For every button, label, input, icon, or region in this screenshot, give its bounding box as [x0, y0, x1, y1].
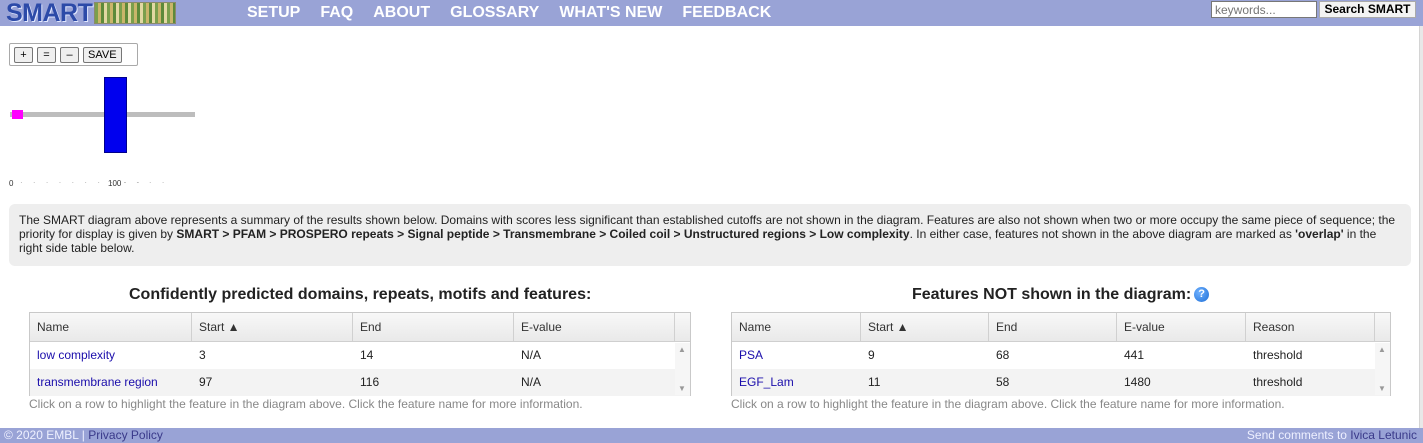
nav-feedback[interactable]: FEEDBACK — [682, 4, 771, 22]
copyright-text: © 2020 EMBL — [4, 428, 79, 442]
col-end[interactable]: End — [989, 313, 1117, 341]
col-start[interactable]: Start ▲ — [192, 313, 353, 341]
left-table-hint: Click on a row to highlight the feature … — [29, 397, 583, 411]
search-button[interactable]: Search SMART — [1319, 1, 1416, 18]
feature-link[interactable]: transmembrane region — [37, 375, 158, 389]
col-evalue[interactable]: E-value — [1117, 313, 1246, 341]
note-priority: SMART > PFAM > PROSPERO repeats > Signal… — [176, 227, 910, 241]
col-end[interactable]: End — [353, 313, 514, 341]
col-name[interactable]: Name — [30, 313, 192, 341]
cell-end: 68 — [996, 348, 1010, 362]
search-input[interactable] — [1211, 1, 1317, 18]
table-row[interactable]: low complexity 3 14 N/A — [30, 342, 690, 369]
cell-reason: threshold — [1253, 348, 1303, 362]
footer-separator: | — [78, 428, 89, 442]
table-row[interactable]: transmembrane region 97 116 N/A — [30, 369, 690, 396]
axis-tick-0: 0 — [9, 179, 14, 188]
table-scrollbar[interactable]: ▲ ▼ — [675, 343, 690, 395]
cell-start: 11 — [868, 375, 881, 389]
table-header: Name Start ▲ End E-value — [30, 313, 690, 342]
protein-sequence-line — [10, 112, 195, 117]
footer-right: Send comments to Ivica Letunic — [1247, 428, 1417, 443]
privacy-policy-link[interactable]: Privacy Policy — [88, 428, 163, 442]
cell-start: 3 — [199, 348, 206, 362]
scroll-up-icon[interactable]: ▲ — [678, 345, 686, 354]
table-row[interactable]: EGF_Lam 11 58 1480 threshold — [732, 369, 1390, 396]
col-reason[interactable]: Reason — [1246, 313, 1375, 341]
col-name[interactable]: Name — [732, 313, 861, 341]
page-scrollbar[interactable] — [1419, 26, 1423, 428]
not-shown-title-text: Features NOT shown in the diagram: — [912, 286, 1192, 303]
scroll-down-icon[interactable]: ▼ — [678, 384, 686, 393]
feature-link[interactable]: PSA — [739, 348, 763, 362]
low-complexity-segment[interactable] — [12, 110, 23, 119]
cell-start: 97 — [199, 375, 213, 389]
help-icon[interactable]: ? — [1194, 287, 1210, 303]
cell-reason: threshold — [1253, 375, 1303, 389]
note-text-2: . In either case, features not shown in … — [909, 227, 1296, 241]
scroll-down-icon[interactable]: ▼ — [1378, 384, 1386, 393]
col-start[interactable]: Start ▲ — [861, 313, 989, 341]
cell-end: 116 — [360, 375, 380, 389]
cell-end: 58 — [996, 375, 1010, 389]
comments-text: Send comments to — [1246, 428, 1351, 442]
zoom-reset-button[interactable]: = — [37, 46, 56, 63]
not-shown-features-table: Name Start ▲ End E-value Reason PSA 9 68… — [731, 312, 1391, 396]
cell-evalue: 441 — [1124, 348, 1145, 362]
main-nav: SETUP FAQ ABOUT GLOSSARY WHAT'S NEW FEED… — [247, 0, 771, 26]
feature-link[interactable]: EGF_Lam — [739, 375, 794, 389]
table-header: Name Start ▲ End E-value Reason — [732, 313, 1390, 342]
cell-start: 9 — [868, 348, 875, 362]
right-table-hint: Click on a row to highlight the feature … — [731, 397, 1285, 411]
cell-evalue: 1480 — [1124, 375, 1151, 389]
nav-faq[interactable]: FAQ — [320, 4, 353, 22]
scroll-up-icon[interactable]: ▲ — [1378, 345, 1386, 354]
zoom-in-button[interactable]: + — [14, 46, 33, 63]
cell-end: 14 — [360, 348, 374, 362]
transmembrane-region-segment[interactable] — [104, 77, 127, 153]
smart-logo[interactable]: SMART — [6, 0, 226, 26]
footer-left: © 2020 EMBL | Privacy Policy — [4, 428, 163, 443]
cell-evalue: N/A — [521, 375, 542, 389]
table-scrollbar[interactable]: ▲ ▼ — [1375, 343, 1390, 395]
axis-minor-ticks: · · · · · · · · · · · · — [20, 178, 169, 187]
zoom-out-button[interactable]: – — [60, 46, 79, 63]
save-diagram-button[interactable]: SAVE — [83, 46, 122, 63]
logo-text: SMART — [6, 0, 93, 27]
feature-link[interactable]: low complexity — [37, 348, 115, 362]
nav-whats-new[interactable]: WHAT'S NEW — [559, 4, 662, 22]
zoom-controls: + = – SAVE — [9, 43, 138, 66]
col-evalue[interactable]: E-value — [514, 313, 675, 341]
predicted-features-table: Name Start ▲ End E-value low complexity … — [29, 312, 691, 396]
nav-setup[interactable]: SETUP — [247, 4, 300, 22]
axis-tick-100: 100 — [108, 179, 122, 188]
footer: © 2020 EMBL | Privacy Policy Send commen… — [0, 428, 1423, 443]
predicted-features-title: Confidently predicted domains, repeats, … — [129, 286, 592, 303]
logo-image — [94, 2, 177, 24]
not-shown-features-title: Features NOT shown in the diagram:? — [912, 286, 1210, 304]
diagram-summary-note: The SMART diagram above represents a sum… — [9, 204, 1411, 266]
table-row[interactable]: PSA 9 68 441 threshold — [732, 342, 1390, 369]
note-overlap: 'overlap' — [1295, 227, 1344, 241]
axis-minor-ticks-2: · · — [124, 178, 144, 187]
author-link[interactable]: Ivica Letunic — [1350, 428, 1417, 442]
top-navigation-bar: SMART SETUP FAQ ABOUT GLOSSARY WHAT'S NE… — [0, 0, 1423, 26]
cell-evalue: N/A — [521, 348, 542, 362]
nav-about[interactable]: ABOUT — [373, 4, 430, 22]
nav-glossary[interactable]: GLOSSARY — [450, 4, 539, 22]
